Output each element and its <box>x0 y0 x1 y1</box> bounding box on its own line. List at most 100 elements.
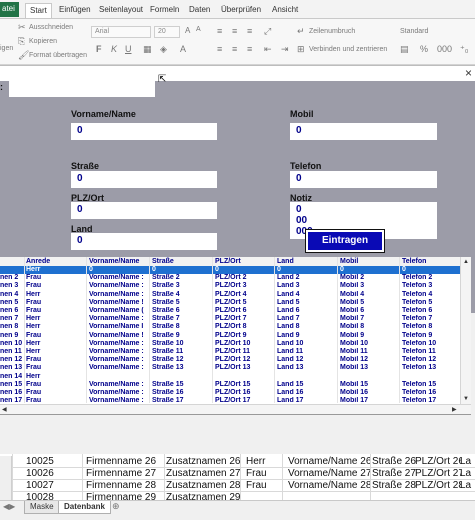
list-item[interactable]: nen 12 Frau Vorname/Name : Straße 12 PLZ/Ort… <box>0 356 460 364</box>
sheet-nav-icon[interactable]: ◀▶ <box>3 502 15 511</box>
border-icon[interactable]: ▦ <box>143 44 152 55</box>
sheet-cell[interactable]: PLZ/Ort 27 <box>415 468 461 480</box>
percent-icon[interactable]: % <box>420 44 428 54</box>
list-item[interactable]: nen 16 Frau Vorname/Name : Straße 16 PLZ/Ort… <box>0 389 460 397</box>
sheet-tab-maske[interactable]: Maske <box>24 501 60 514</box>
sheet-tab-datenbank[interactable]: Datenbank <box>58 501 111 514</box>
align-center-icon[interactable]: ≡ <box>232 44 237 54</box>
sheet-cell[interactable]: Vorname/Name 26 <box>288 456 372 468</box>
mobil-input[interactable]: 0 <box>290 123 437 140</box>
underline-icon[interactable]: U <box>125 44 132 54</box>
row-header[interactable] <box>0 468 12 480</box>
align-middle-icon[interactable]: ≡ <box>232 26 237 36</box>
list-item[interactable]: nen 4 Herr Vorname/Name : Straße 4 PLZ/Ort 4… <box>0 291 460 299</box>
list-item[interactable]: nen 5 Frau Vorname/Name ! Straße 5 PLZ/Ort 5… <box>0 299 460 307</box>
format-painter-button[interactable]: Format übertragen <box>29 52 87 59</box>
thousands-icon[interactable]: 000 <box>437 44 452 54</box>
indent-increase-icon[interactable]: ⇥ <box>281 44 289 55</box>
sheet-cell[interactable]: PLZ/Ort 26 <box>415 456 461 468</box>
list-item[interactable]: nen 14 Herr <box>0 373 460 381</box>
row-header[interactable] <box>0 480 12 492</box>
align-right-icon[interactable]: ≡ <box>247 44 252 54</box>
sheet-cell[interactable]: Vorname/Name 27 <box>288 468 372 480</box>
list-horizontal-scrollbar[interactable]: ◀ ▶ <box>0 404 471 414</box>
orientation-icon[interactable]: ⤢ <box>264 26 271 37</box>
sheet-cell[interactable]: Straße 26 <box>372 456 416 468</box>
align-bottom-icon[interactable]: ≡ <box>247 26 252 36</box>
land-input[interactable]: 0 <box>71 233 217 250</box>
align-left-icon[interactable]: ≡ <box>217 44 222 54</box>
sheet-cell[interactable]: Firmenname 28 <box>86 480 164 492</box>
scroll-up-icon[interactable]: ▲ <box>463 258 469 266</box>
list-item[interactable]: nen 6 Frau Vorname/Name (Straße 6 PLZ/Ort 6… <box>0 307 460 315</box>
tab-einfuegen[interactable]: Einfügen <box>55 3 95 18</box>
font-size-select[interactable]: 20 <box>154 26 180 38</box>
list-item[interactable]: nen 10 Herr Vorname/Name : Straße 10 PLZ/Ort… <box>0 340 460 348</box>
sheet-cell[interactable]: 10026 <box>26 468 80 480</box>
list-item[interactable]: nen 2 Frau Vorname/Name : Straße 2 PLZ/Ort 2… <box>0 274 460 282</box>
new-sheet-icon[interactable]: ⊕ <box>112 501 120 512</box>
sheet-cell[interactable]: La <box>460 456 475 468</box>
list-item[interactable]: nen 3 Frau Vorname/Name : Straße 3 PLZ/Ort 3… <box>0 282 460 290</box>
cut-button[interactable]: Ausschneiden <box>29 24 73 31</box>
scroll-right-icon[interactable]: ▶ <box>452 406 457 414</box>
align-top-icon[interactable]: ≡ <box>217 26 222 36</box>
top-field-input[interactable] <box>9 81 155 97</box>
sheet-cell[interactable]: Frau <box>246 480 282 492</box>
eintragen-button[interactable]: Eintragen <box>305 229 385 253</box>
tab-file[interactable]: atei <box>0 2 19 17</box>
sheet-cell[interactable]: 10027 <box>26 480 80 492</box>
sheet-cell[interactable]: Vorname/Name 28 <box>288 480 372 492</box>
paste-button[interactable]: igen <box>0 45 13 52</box>
records-listbox[interactable]: Anrede Vorname/Name Straße PLZ/Ort Land … <box>0 257 471 415</box>
tab-ansicht[interactable]: Ansicht <box>268 3 302 18</box>
scroll-left-icon[interactable]: ◀ <box>2 406 7 414</box>
shrink-font-icon[interactable]: A <box>196 26 201 33</box>
sheet-cell[interactable]: La <box>460 468 475 480</box>
sheet-cell[interactable]: Firmenname 26 <box>86 456 164 468</box>
merge-center-button[interactable]: Verbinden und zentrieren <box>309 46 387 53</box>
copy-button[interactable]: Kopieren <box>29 38 57 45</box>
sheet-cell[interactable]: Straße 28 <box>372 480 416 492</box>
list-item[interactable]: nen 7 Herr Vorname/Name : Straße 7 PLZ/Ort 7… <box>0 315 460 323</box>
font-color-icon[interactable]: A <box>180 44 186 54</box>
tab-start[interactable]: Start <box>25 3 52 18</box>
sheet-cell[interactable]: Zusatznamen 27 <box>166 468 240 480</box>
strasse-input[interactable]: 0 <box>71 171 217 188</box>
wrap-text-button[interactable]: Zeilenumbruch <box>309 28 355 35</box>
sheet-cell[interactable]: PLZ/Ort 28 <box>415 480 461 492</box>
scroll-down-icon[interactable]: ▼ <box>463 395 469 403</box>
row-header[interactable] <box>0 456 12 468</box>
indent-decrease-icon[interactable]: ⇤ <box>264 44 272 55</box>
grow-font-icon[interactable]: A <box>185 26 190 35</box>
plz-input[interactable]: 0 <box>71 202 217 219</box>
close-icon[interactable]: × <box>465 67 472 79</box>
italic-icon[interactable]: K <box>111 44 117 54</box>
worksheet-grid[interactable]: 10025 Firmenname 26 Zusatznamen 26 Herr Vorn… <box>0 454 475 504</box>
sheet-cell[interactable]: Frau <box>246 468 282 480</box>
telefon-input[interactable]: 0 <box>290 171 437 188</box>
tab-formeln[interactable]: Formeln <box>146 3 183 18</box>
number-format-select[interactable]: Standard <box>400 28 428 35</box>
sheet-cell[interactable]: Herr <box>246 456 282 468</box>
sheet-cell[interactable]: Zusatznamen 28 <box>166 480 240 492</box>
tab-ueberpruefen[interactable]: Überprüfen <box>217 3 265 18</box>
tab-daten[interactable]: Daten <box>185 3 214 18</box>
bold-icon[interactable]: F <box>96 44 102 54</box>
sheet-cell[interactable]: Straße 27 <box>372 468 416 480</box>
list-item[interactable]: Herr 0 0 0 0 0 0 <box>0 266 460 274</box>
currency-icon[interactable]: ▤ <box>400 44 409 55</box>
font-name-select[interactable]: Arial <box>91 26 151 38</box>
list-item[interactable]: nen 11 Herr Vorname/Name : Straße 11 PLZ/Ort… <box>0 348 460 356</box>
sheet-cell[interactable]: Firmenname 27 <box>86 468 164 480</box>
list-item[interactable]: nen 9 Frau Vorname/Name ! Straße 9 PLZ/Ort 9… <box>0 332 460 340</box>
fill-color-icon[interactable]: ◈ <box>160 44 167 55</box>
sheet-cell[interactable]: La <box>460 480 475 492</box>
sheet-cell[interactable]: Zusatznamen 26 <box>166 456 240 468</box>
tab-seitenlayout[interactable]: Seitenlayout <box>95 3 147 18</box>
sheet-cell[interactable]: 10025 <box>26 456 80 468</box>
decimal-icon[interactable]: ⁺₀ <box>460 44 469 55</box>
vorname-input[interactable]: 0 <box>71 123 217 140</box>
list-item[interactable]: nen 15 Frau Vorname/Name : Straße 15 PLZ/Ort… <box>0 381 460 389</box>
list-vertical-scrollbar[interactable]: ▲ ▼ <box>460 257 471 404</box>
